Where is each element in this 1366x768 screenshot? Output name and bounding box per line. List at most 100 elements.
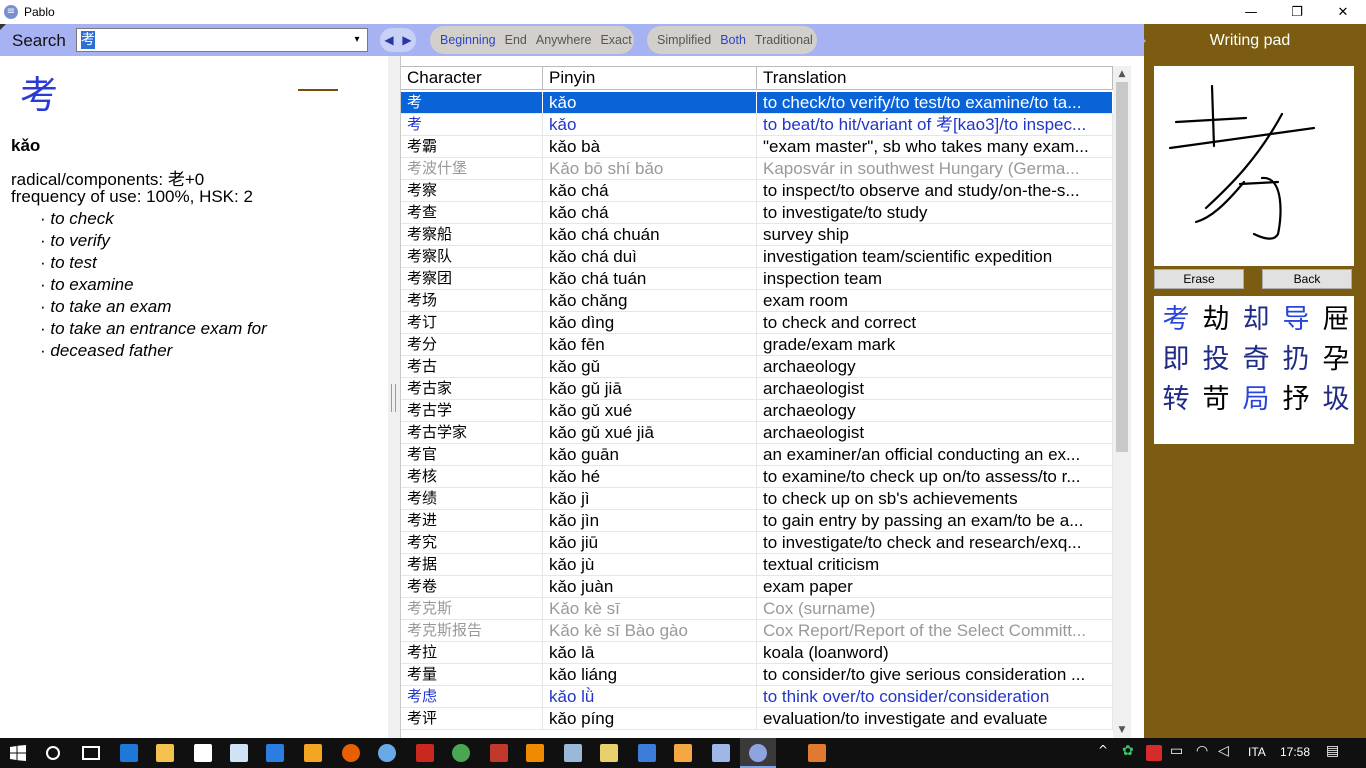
writing-canvas[interactable] <box>1154 66 1354 266</box>
app-icon-chip[interactable] <box>564 744 582 762</box>
vlc-icon[interactable] <box>526 744 544 762</box>
back-arrow-icon[interactable]: ◀ <box>384 33 393 47</box>
search-input-value[interactable]: 考 <box>81 31 95 49</box>
candidate-character[interactable]: 苛 <box>1196 380 1236 420</box>
table-row[interactable]: 考分 kǎo fēn grade/exam mark <box>401 334 1113 356</box>
table-row[interactable]: 考察 kǎo chá to inspect/to observe and study… <box>401 180 1113 202</box>
scroll-up-icon[interactable]: ▲ <box>1113 66 1131 82</box>
table-row[interactable]: 考绩 kǎo jì to check up on sb's achievements <box>401 488 1113 510</box>
app-icon-globe[interactable] <box>378 744 396 762</box>
keyboard-language[interactable]: ITA <box>1248 745 1266 759</box>
table-row[interactable]: 考察队 kǎo chá duì investigation team/scienti… <box>401 246 1113 268</box>
table-row[interactable]: 考 kǎo to beat/to hit/variant of 考[kao3]/to… <box>401 114 1113 136</box>
header-pinyin[interactable]: Pinyin <box>543 67 757 89</box>
candidate-character[interactable]: 却 <box>1236 300 1276 340</box>
close-button[interactable]: ✕ <box>1320 0 1366 24</box>
search-history-dropdown[interactable]: ▾ <box>349 31 365 49</box>
search-input[interactable]: 考 ▾ <box>76 28 368 52</box>
candidate-character[interactable]: 奇 <box>1236 340 1276 380</box>
media-player-icon[interactable] <box>304 744 322 762</box>
tray-app-icon[interactable]: ✿ <box>1122 743 1134 759</box>
store-icon[interactable] <box>194 744 212 762</box>
table-row[interactable]: 考察团 kǎo chá tuán inspection team <box>401 268 1113 290</box>
match-anywhere-option[interactable]: Anywhere <box>536 33 592 47</box>
table-row[interactable]: 考据 kǎo jù textual criticism <box>401 554 1113 576</box>
table-row[interactable]: 考订 kǎo dìng to check and correct <box>401 312 1113 334</box>
filezilla-icon[interactable] <box>416 744 434 762</box>
table-row[interactable]: 考古学 kǎo gǔ xué archaeology <box>401 400 1113 422</box>
match-beginning-option[interactable]: Beginning <box>440 33 496 47</box>
splitter-grip[interactable] <box>391 384 396 412</box>
pablo-taskbar-button[interactable] <box>740 738 776 768</box>
table-row[interactable]: 考进 kǎo jìn to gain entry by passing an exa… <box>401 510 1113 532</box>
app-icon-yellow[interactable] <box>600 744 618 762</box>
table-row[interactable]: 考查 kǎo chá to investigate/to study <box>401 202 1113 224</box>
candidate-character[interactable]: 即 <box>1156 340 1196 380</box>
table-row[interactable]: 考虑 kǎo lǜ to think over/to consider/consid… <box>401 686 1113 708</box>
scroll-down-icon[interactable]: ▼ <box>1113 722 1131 738</box>
candidate-character[interactable]: 劫 <box>1196 300 1236 340</box>
candidate-character[interactable]: 屉 <box>1316 300 1356 340</box>
task-view-icon[interactable] <box>82 746 100 760</box>
candidate-character[interactable]: 孕 <box>1316 340 1356 380</box>
candidate-character[interactable]: 局 <box>1236 380 1276 420</box>
results-scrollbar[interactable]: ▲ ▼ <box>1113 66 1131 738</box>
document-icon[interactable] <box>712 744 730 762</box>
match-end-option[interactable]: End <box>505 33 527 47</box>
table-row[interactable]: 考卷 kǎo juàn exam paper <box>401 576 1113 598</box>
battery-icon[interactable]: ▭ <box>1170 743 1183 759</box>
maximize-button[interactable]: ❐ <box>1274 0 1320 24</box>
tray-acrobat-icon[interactable] <box>1146 745 1162 761</box>
table-row[interactable]: 考察船 kǎo chá chuán survey ship <box>401 224 1113 246</box>
table-row[interactable]: 考量 kǎo liáng to consider/to give serious c… <box>401 664 1113 686</box>
candidate-character[interactable]: 导 <box>1276 300 1316 340</box>
minimize-button[interactable]: — <box>1228 0 1274 24</box>
table-row[interactable]: 考克斯 Kǎo kè sī Cox (surname) <box>401 598 1113 620</box>
table-row[interactable]: 考拉 kǎo lā koala (loanword) <box>401 642 1113 664</box>
scroll-thumb[interactable] <box>1116 82 1128 452</box>
table-row[interactable]: 考评 kǎo píng evaluation/to investigate and … <box>401 708 1113 730</box>
script-traditional-option[interactable]: Traditional <box>755 33 813 47</box>
script-both-option[interactable]: Both <box>720 33 746 47</box>
script-simplified-option[interactable]: Simplified <box>657 33 711 47</box>
table-row[interactable]: 考古 kǎo gǔ archaeology <box>401 356 1113 378</box>
windows-start-icon[interactable] <box>10 745 26 761</box>
table-row[interactable]: 考霸 kǎo bà "exam master", sb who takes many… <box>401 136 1113 158</box>
back-button[interactable]: Back <box>1262 269 1352 289</box>
candidate-character[interactable]: 投 <box>1196 340 1236 380</box>
forward-arrow-icon[interactable]: ▶ <box>402 33 411 47</box>
table-row[interactable]: 考克斯报告 Kǎo kè sī Bào gào Cox Report/Report … <box>401 620 1113 642</box>
table-row[interactable]: 考官 kǎo guān an examiner/an official conduc… <box>401 444 1113 466</box>
tray-expand-icon[interactable]: ^ <box>1098 743 1108 757</box>
table-row[interactable]: 考古家 kǎo gǔ jiā archaeologist <box>401 378 1113 400</box>
camera-app-icon[interactable] <box>808 744 826 762</box>
clock-time[interactable]: 17:58 <box>1280 745 1310 759</box>
edge-icon[interactable] <box>120 744 138 762</box>
header-character[interactable]: Character <box>401 67 543 89</box>
candidate-character[interactable]: 圾 <box>1316 380 1356 420</box>
header-translation[interactable]: Translation <box>757 67 1113 89</box>
table-row[interactable]: 考场 kǎo chǎng exam room <box>401 290 1113 312</box>
cortana-search-icon[interactable] <box>46 746 60 760</box>
table-row[interactable]: 考古学家 kǎo gǔ xué jiā archaeologist <box>401 422 1113 444</box>
table-row[interactable]: 考波什堡 Kǎo bō shí bǎo Kaposvár in southwest … <box>401 158 1113 180</box>
candidate-character[interactable]: 考 <box>1156 300 1196 340</box>
action-center-icon[interactable]: ▤ <box>1326 743 1339 759</box>
erase-button[interactable]: Erase <box>1154 269 1244 289</box>
firefox-icon[interactable] <box>342 744 360 762</box>
app-icon-red[interactable] <box>490 744 508 762</box>
chrome-icon[interactable] <box>452 744 470 762</box>
candidate-character[interactable]: 转 <box>1156 380 1196 420</box>
table-row[interactable]: 考核 kǎo hé to examine/to check up on/to ass… <box>401 466 1113 488</box>
panel-splitter[interactable] <box>388 56 400 738</box>
candidate-character[interactable]: 抒 <box>1276 380 1316 420</box>
volume-icon[interactable]: ◁ <box>1218 743 1229 759</box>
app-icon-orange[interactable] <box>674 744 692 762</box>
file-explorer-icon[interactable] <box>156 744 174 762</box>
notepad-icon[interactable] <box>230 744 248 762</box>
candidate-character[interactable]: 扔 <box>1276 340 1316 380</box>
table-row[interactable]: 考 kǎo to check/to verify/to test/to examin… <box>401 92 1113 114</box>
wifi-icon[interactable]: ◠ <box>1196 743 1208 759</box>
match-exact-option[interactable]: Exact <box>600 33 631 47</box>
app-icon-hex[interactable] <box>638 744 656 762</box>
